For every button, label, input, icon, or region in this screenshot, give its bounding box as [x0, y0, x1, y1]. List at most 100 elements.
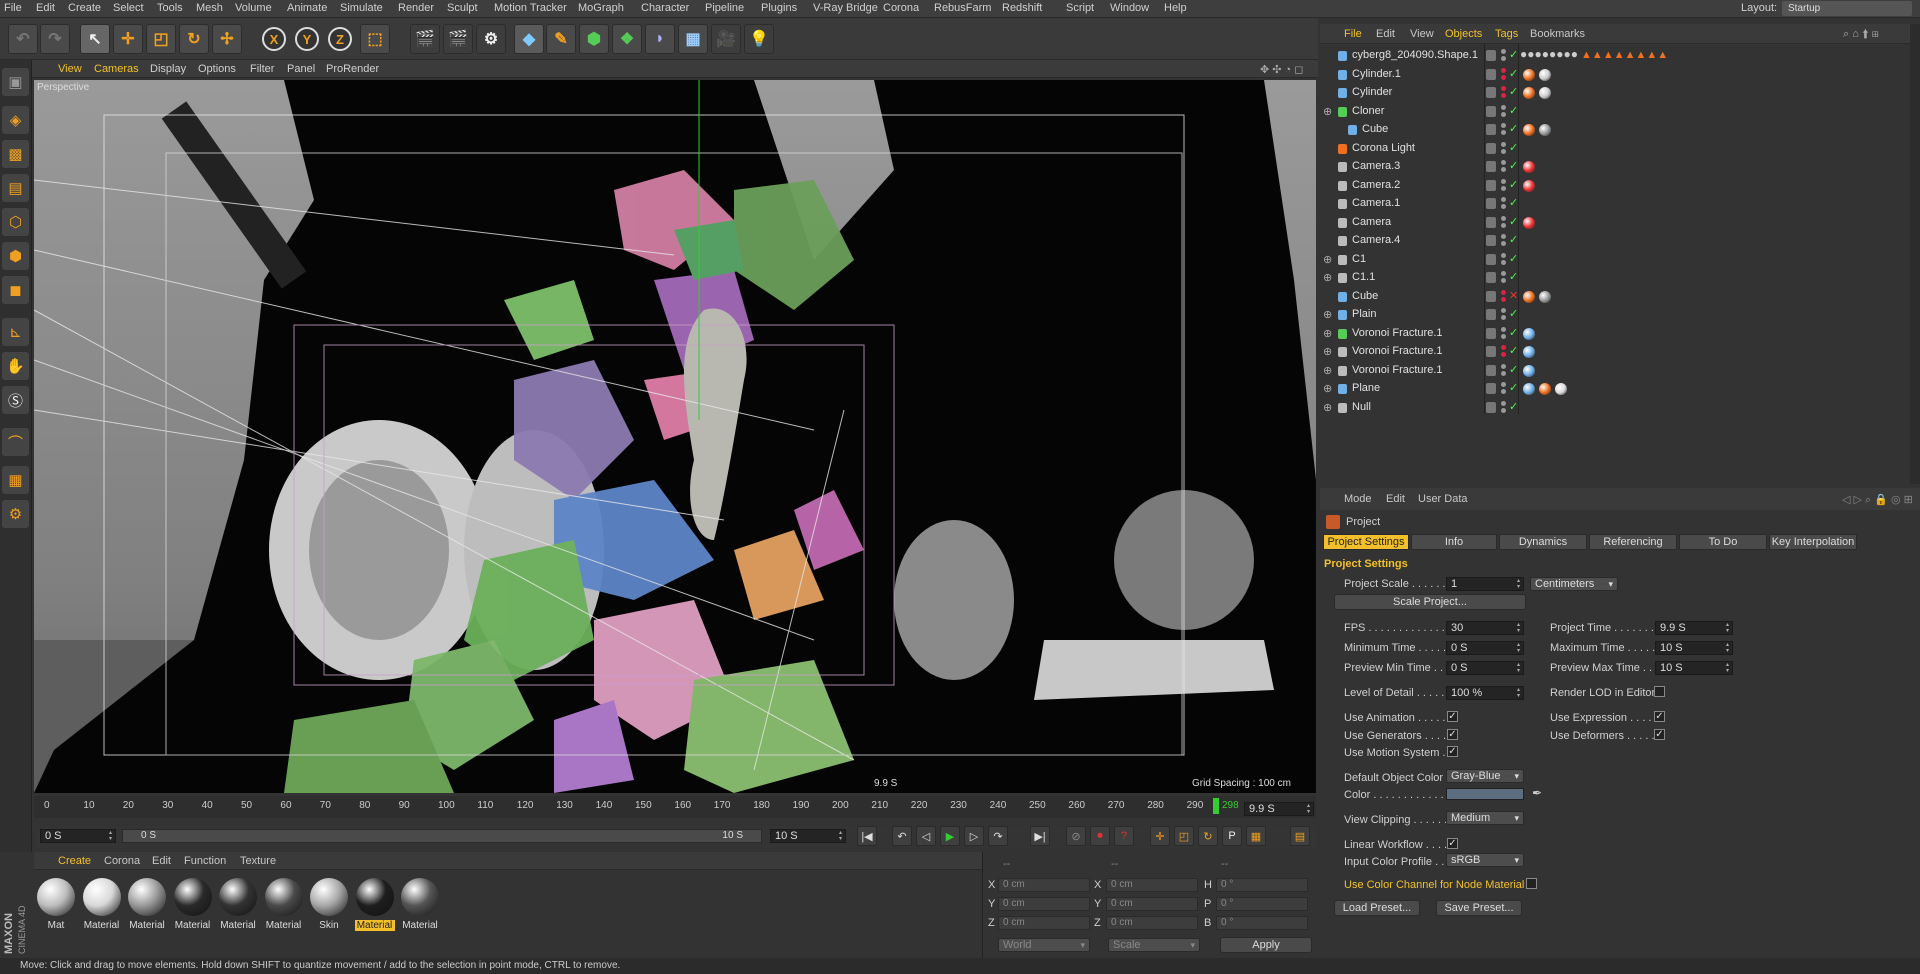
layer-icon[interactable]	[1486, 68, 1496, 80]
mat-menu-edit[interactable]: Edit	[152, 855, 171, 867]
floor-environment-icon[interactable]: ▦	[678, 24, 708, 54]
obj-menu-file[interactable]: File	[1344, 28, 1362, 40]
menu-pipeline[interactable]: Pipeline	[705, 2, 744, 14]
layer-icon[interactable]	[1486, 105, 1496, 117]
obj-menu-tags[interactable]: Tags	[1495, 28, 1518, 40]
object-tag-icon[interactable]	[1523, 124, 1535, 136]
object-tag-icon[interactable]	[1539, 383, 1551, 395]
expand-icon[interactable]: ⊕	[1323, 253, 1332, 266]
move-tool-icon[interactable]: ✛	[113, 24, 143, 54]
menu-motion-tracker[interactable]: Motion Tracker	[494, 2, 567, 14]
object-tag-icon[interactable]	[1523, 179, 1535, 192]
render-picture-viewer-icon[interactable]: 🎬	[443, 24, 473, 54]
make-editable-icon[interactable]: ▣	[2, 68, 29, 96]
obj-menu-edit[interactable]: Edit	[1376, 28, 1395, 40]
object-row[interactable]: ⊕ Voronoi Fracture.1 ✓	[1320, 343, 1910, 361]
enabled-check-icon[interactable]: ✓	[1509, 400, 1518, 413]
layer-icon[interactable]	[1486, 124, 1496, 135]
use-color-channel-checkbox[interactable]	[1526, 878, 1537, 889]
step-forward-icon[interactable]: ▷	[964, 826, 984, 846]
vp-menu-options[interactable]: Options	[198, 63, 236, 75]
render-settings-icon[interactable]: ⚙	[476, 24, 506, 54]
obj-menu-view[interactable]: View	[1410, 28, 1434, 40]
light-icon[interactable]: 💡	[744, 24, 774, 54]
visibility-dots-icon[interactable]	[1501, 234, 1506, 247]
menu-animate[interactable]: Animate	[287, 2, 327, 14]
use-deformers-checkbox[interactable]: ✓	[1654, 729, 1665, 740]
object-row[interactable]: Cube ✓	[1320, 121, 1910, 139]
menu-corona[interactable]: Corona	[883, 2, 919, 14]
attr-menu-edit[interactable]: Edit	[1386, 493, 1405, 505]
workplane-mode-icon[interactable]: ▤	[2, 174, 29, 202]
object-row[interactable]: Cylinder ✓	[1320, 84, 1910, 102]
mat-menu-function[interactable]: Function	[184, 855, 226, 867]
visibility-dots-icon[interactable]	[1501, 271, 1506, 284]
enabled-check-icon[interactable]: ✓	[1509, 67, 1518, 80]
object-row[interactable]: Corona Light ✓	[1320, 140, 1910, 158]
object-row[interactable]: Camera.1 ✓	[1320, 195, 1910, 213]
object-tag-icon[interactable]	[1523, 346, 1535, 358]
layer-icon[interactable]	[1486, 198, 1496, 209]
tab-info[interactable]: Info	[1411, 534, 1497, 550]
object-tag-icon[interactable]	[1523, 364, 1535, 377]
obj-search-icon[interactable]: ⌕ ⌂ ⬆ ⊞	[1843, 28, 1879, 41]
layout-select[interactable]: Startup	[1782, 1, 1912, 16]
coord-field[interactable]: 0 cm	[1106, 897, 1198, 911]
linear-workflow-checkbox[interactable]: ✓	[1447, 838, 1458, 849]
layer-icon[interactable]	[1486, 235, 1496, 246]
max-time-field[interactable]: 10 S	[1655, 641, 1733, 655]
enabled-check-icon[interactable]: ✓	[1509, 48, 1518, 61]
coord-field[interactable]: 0 cm	[998, 878, 1090, 892]
enabled-check-icon[interactable]: ✓	[1509, 122, 1518, 135]
menu-mograph[interactable]: MoGraph	[578, 2, 624, 14]
default-color-select[interactable]: Gray-Blue	[1446, 769, 1524, 783]
menu-sculpt[interactable]: Sculpt	[447, 2, 478, 14]
visibility-dots-icon[interactable]	[1501, 363, 1506, 377]
menu-edit[interactable]: Edit	[36, 2, 55, 14]
project-scale-field[interactable]: 1	[1446, 577, 1524, 591]
preview-min-field[interactable]: 0 S	[1446, 661, 1524, 675]
layer-icon[interactable]	[1486, 309, 1496, 320]
keyframe-selection-icon[interactable]: ?	[1114, 826, 1134, 846]
subdivision-icon[interactable]: ⬢	[579, 24, 609, 54]
edges-mode-icon[interactable]: ⬢	[2, 242, 29, 270]
key-position-icon[interactable]: ✛	[1150, 826, 1170, 846]
step-back-icon[interactable]: ◁	[916, 826, 936, 846]
expand-icon[interactable]: ⊕	[1323, 271, 1332, 284]
visibility-dots-icon[interactable]	[1501, 252, 1506, 266]
enabled-check-icon[interactable]: ✓	[1509, 252, 1518, 265]
grid-snap-icon[interactable]: ▦	[2, 466, 29, 494]
layer-icon[interactable]	[1486, 401, 1496, 413]
menu-character[interactable]: Character	[641, 2, 689, 14]
next-key-icon[interactable]: ↷	[988, 826, 1008, 846]
material-tags-icon[interactable]: ●●●●●●●●	[1520, 47, 1578, 61]
timeline-playhead[interactable]	[1213, 798, 1219, 814]
visibility-dots-icon[interactable]	[1501, 308, 1506, 321]
select-arrow-icon[interactable]: ↖	[80, 24, 110, 54]
enabled-check-icon[interactable]: ✓	[1509, 178, 1518, 191]
use-animation-checkbox[interactable]: ✓	[1447, 711, 1458, 722]
save-preset-button[interactable]: Save Preset...	[1436, 900, 1522, 916]
layer-icon[interactable]	[1486, 87, 1496, 98]
object-row[interactable]: ⊕ C1 ✓	[1320, 251, 1910, 269]
mat-menu-create[interactable]: Create	[58, 855, 91, 867]
min-time-field[interactable]: 0 S	[1446, 641, 1524, 655]
timeline-end-field[interactable]: 9.9 S	[1244, 802, 1314, 816]
undo-icon[interactable]: ↶	[8, 24, 38, 54]
use-expression-checkbox[interactable]: ✓	[1654, 711, 1665, 722]
coord-field[interactable]: 0 cm	[1106, 878, 1198, 892]
layer-icon[interactable]	[1486, 50, 1496, 61]
record-keys-icon[interactable]: ⊘	[1066, 826, 1086, 846]
y-axis-lock[interactable]: Y	[295, 27, 319, 51]
object-tag-icon[interactable]	[1523, 383, 1535, 395]
lock-workplane-icon[interactable]: ⚙	[2, 500, 29, 528]
menu-select[interactable]: Select	[113, 2, 144, 14]
model-mode-icon[interactable]: ◈	[2, 106, 29, 134]
expand-icon[interactable]: ⊕	[1323, 308, 1332, 321]
object-tag-icon[interactable]	[1523, 68, 1535, 81]
go-to-start-icon[interactable]: |◀	[857, 826, 877, 846]
layer-icon[interactable]	[1486, 161, 1496, 172]
visibility-dots-icon[interactable]	[1501, 400, 1506, 414]
transform-tool-icon[interactable]: ✢	[212, 24, 242, 54]
coord-mode-select[interactable]: World	[998, 938, 1090, 952]
